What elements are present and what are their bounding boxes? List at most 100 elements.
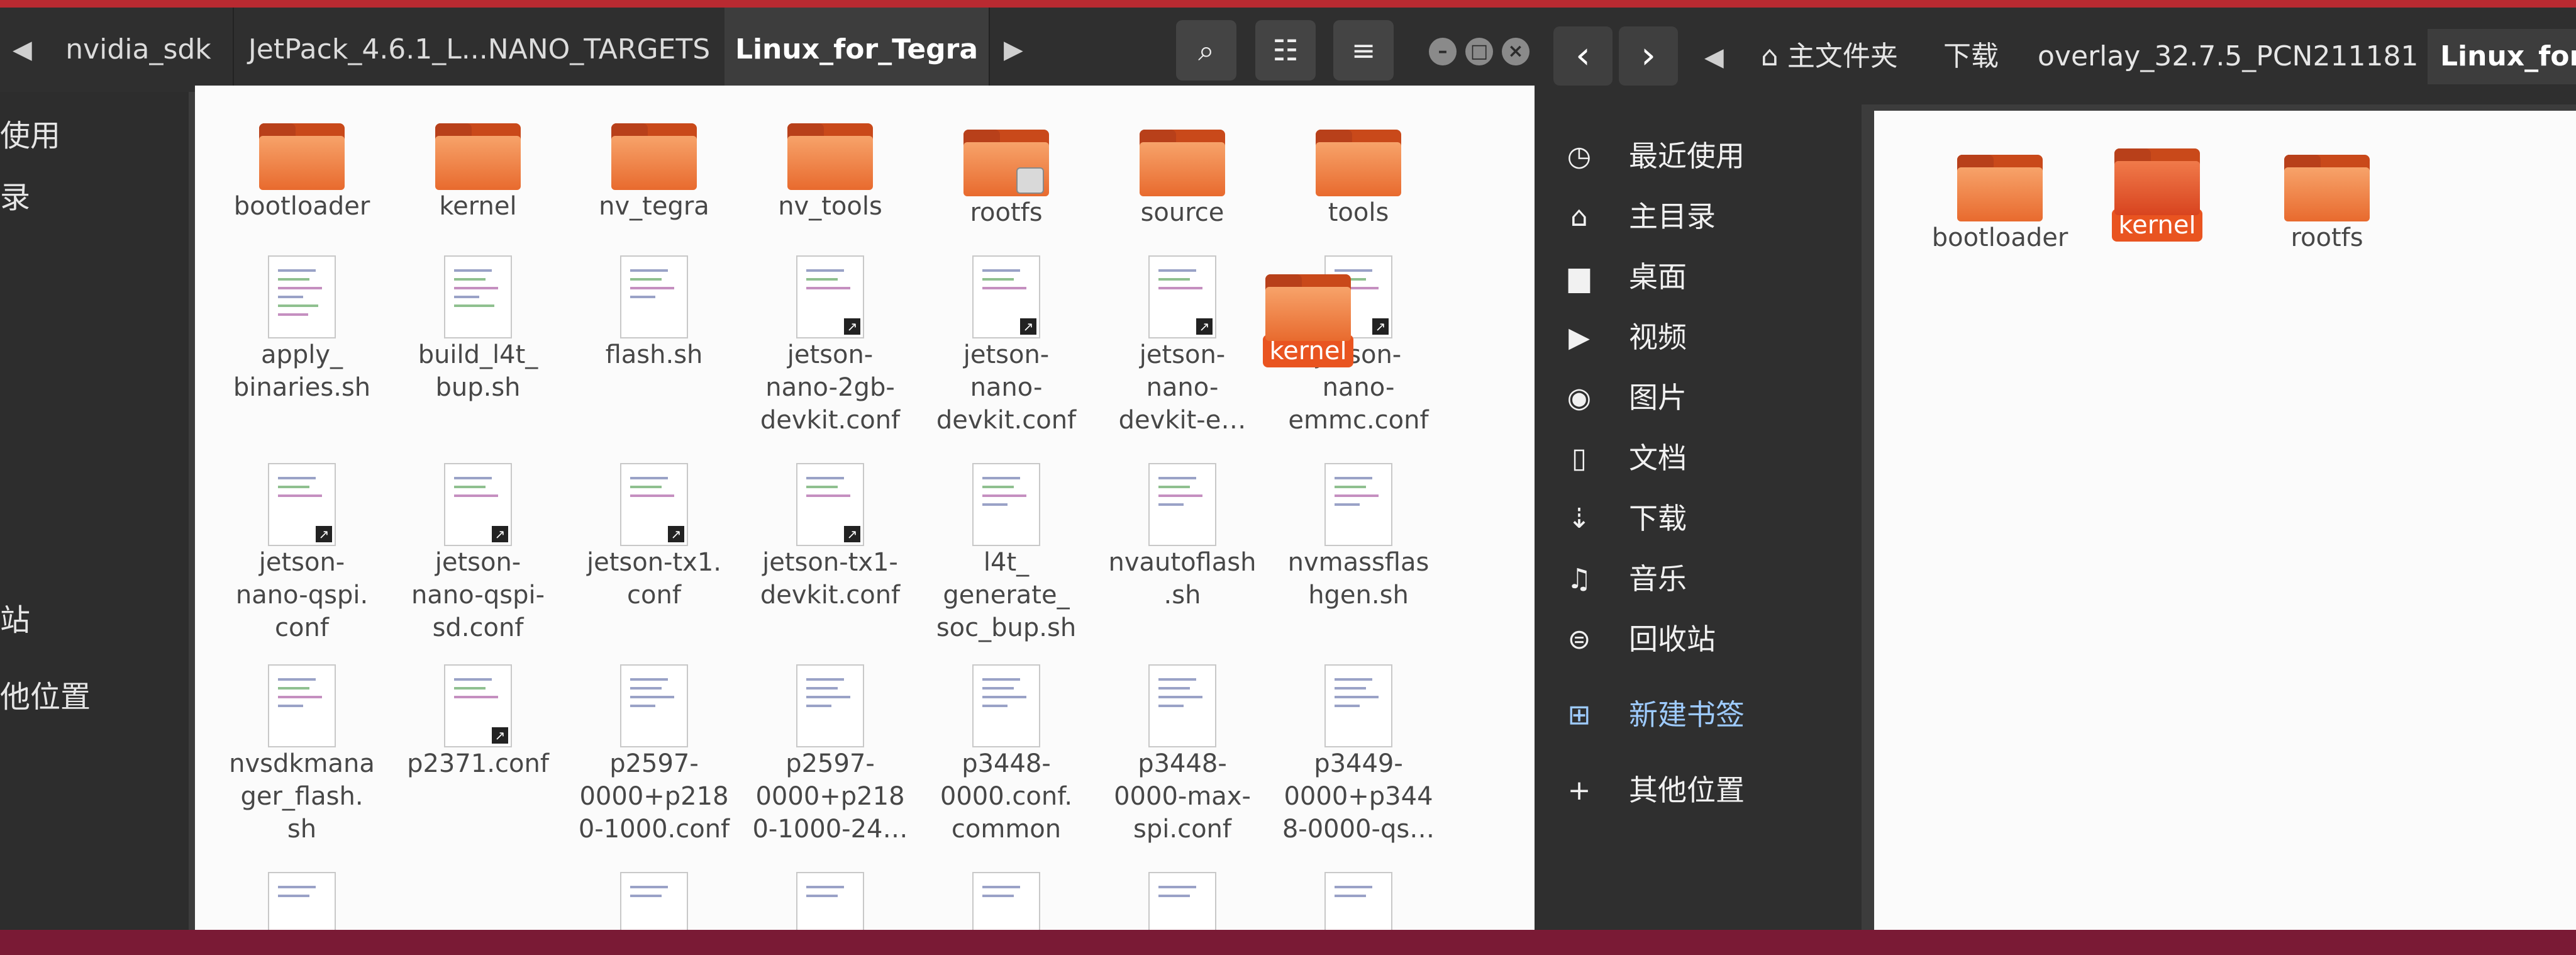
file-grid-right: bootloader kernel rootfs: [1874, 111, 2576, 930]
file-partial[interactable]: [918, 872, 1094, 930]
breadcrumb-downloads[interactable]: 下载: [1931, 29, 2038, 84]
minimize-icon[interactable]: –: [1429, 38, 1457, 65]
folder-rootfs[interactable]: rootfs: [918, 130, 1094, 229]
folder-tools[interactable]: tools: [1270, 130, 1446, 229]
link-file-icon: ↗: [1148, 255, 1216, 338]
file-p2597-1000-24[interactable]: p2597- 0000+p218 0-1000-24…: [742, 664, 918, 846]
breadcrumb-home[interactable]: ⌂ 主文件夹: [1748, 29, 1943, 84]
sidebar-item-music[interactable]: ♫ 音乐: [1535, 551, 1862, 608]
text-file-icon: [796, 664, 864, 747]
item-label: bootloader: [233, 192, 370, 221]
file-p2597-1000[interactable]: p2597- 0000+p218 0-1000.conf: [566, 664, 742, 846]
sidebar-item-fragment[interactable]: 录: [0, 172, 30, 216]
breadcrumb-overlay[interactable]: overlay_32.7.5_PCN211181: [2025, 29, 2440, 84]
file-p3449-p3448-qs[interactable]: p3449- 0000+p344 8-0000-qs…: [1270, 664, 1446, 846]
item-label: l4t_ generate_ soc_bup.sh: [936, 548, 1077, 642]
file-nvsdkmanager-flash[interactable]: nvsdkmana ger_flash. sh: [214, 664, 390, 846]
link-file-icon: ↗: [268, 463, 336, 546]
path-bar: ‹ › ◀ ⌂ 主文件夹 下载 overlay_32.7.5_PCN211181…: [1535, 8, 2576, 104]
file-flash-sh[interactable]: flash.sh: [566, 255, 742, 371]
maximize-icon[interactable]: □: [1465, 38, 1493, 65]
sidebar-item-other-locations[interactable]: + 其他位置: [1535, 762, 1862, 819]
file-p2371[interactable]: ↗ p2371.conf: [390, 664, 566, 780]
folder-nv-tools[interactable]: nv_tools: [742, 123, 918, 223]
folder-source[interactable]: source: [1094, 130, 1270, 229]
folder-bootloader[interactable]: bootloader: [1912, 155, 2088, 254]
item-label: nv_tools: [778, 192, 882, 221]
tab-scroll-right-icon[interactable]: ▶: [1004, 35, 1023, 64]
link-file-icon: ↗: [796, 463, 864, 546]
text-file-icon: [268, 872, 336, 930]
symlink-arrow-icon: ↗: [1020, 318, 1036, 335]
file-jetson-nano-qspi-sd[interactable]: ↗ jetson- nano-qspi- sd.conf: [390, 463, 566, 644]
path-scroll-left-icon[interactable]: ◀: [1704, 43, 1724, 72]
script-file-icon: [268, 255, 336, 338]
item-label: p3448- 0000.conf. common: [940, 749, 1073, 844]
sidebar-item-trash[interactable]: ⊜ 回收站: [1535, 612, 1862, 668]
file-jetson-nano-qspi[interactable]: ↗ jetson- nano-qspi. conf: [214, 463, 390, 644]
file-p3448-max-spi[interactable]: p3448- 0000-max- spi.conf: [1094, 664, 1270, 846]
file-partial[interactable]: [1270, 872, 1446, 930]
sidebar-item-downloads[interactable]: ⇣ 下载: [1535, 491, 1862, 547]
tab-linux-for-tegra[interactable]: Linux_for_Tegra: [724, 8, 990, 92]
file-jetson-tx1[interactable]: ↗ jetson-tx1. conf: [566, 463, 742, 612]
file-apply-binaries[interactable]: apply_ binaries.sh: [214, 255, 390, 404]
file-nvmassflashgen[interactable]: nvmassflas hgen.sh: [1270, 463, 1446, 612]
file-p3448-conf-common[interactable]: p3448- 0000.conf. common: [918, 664, 1094, 846]
header-bar: ◀ nvidia_sdk JetPack_4.6.1_L...NANO_TARG…: [0, 8, 1547, 92]
sidebar-item-pictures[interactable]: ◉ 图片: [1535, 370, 1862, 427]
file-build-l4t-bup[interactable]: build_l4t_ bup.sh: [390, 255, 566, 404]
file-jetson-nano-2gb-devkit[interactable]: ↗ jetson- nano-2gb- devkit.conf: [742, 255, 918, 437]
file-partial[interactable]: [214, 872, 390, 930]
menu-icon[interactable]: ≡: [1333, 20, 1394, 81]
file-jetson-tx1-devkit[interactable]: ↗ jetson-tx1- devkit.conf: [742, 463, 918, 612]
close-icon[interactable]: ×: [1502, 38, 1530, 65]
sidebar-item-documents[interactable]: ▯ 文档: [1535, 430, 1862, 487]
item-label: jetson- nano- devkit.conf: [936, 340, 1077, 435]
folder-icon: [1140, 130, 1225, 196]
forward-icon[interactable]: ›: [1619, 26, 1678, 86]
breadcrumb-linux-for[interactable]: Linux_for_: [2428, 29, 2576, 84]
file-partial[interactable]: [742, 872, 918, 930]
folder-kernel-selected[interactable]: kernel: [2069, 148, 2245, 242]
folder-icon: [2114, 148, 2200, 215]
desktop-bottom-strip: [0, 930, 2576, 955]
file-partial[interactable]: [1094, 872, 1270, 930]
sidebar-item-label: 新建书签: [1629, 698, 1745, 732]
symlink-arrow-icon: ↗: [844, 526, 860, 542]
file-nvautoflash[interactable]: nvautoflash .sh: [1094, 463, 1270, 612]
sidebar-item-home[interactable]: ⌂ 主目录: [1535, 189, 1862, 245]
symlink-arrow-icon: ↗: [316, 526, 332, 542]
folder-bootloader[interactable]: bootloader: [214, 123, 390, 223]
desktop-icon: ▆: [1568, 261, 1590, 293]
folder-icon: [611, 123, 697, 190]
sidebar-item-desktop[interactable]: ▆ 桌面: [1535, 249, 1862, 306]
sidebar-item-label: 文档: [1629, 441, 1687, 475]
video-icon: ▶: [1568, 321, 1590, 354]
sidebar-item-label: 视频: [1629, 320, 1687, 354]
sidebar-item-fragment[interactable]: 他位置: [0, 672, 91, 716]
folder-rootfs[interactable]: rootfs: [2239, 155, 2415, 254]
sidebar-left: 使用 录 站 他位置: [0, 92, 189, 930]
file-jetson-nano-devkit[interactable]: ↗ jetson- nano- devkit.conf: [918, 255, 1094, 437]
sidebar-item-recent[interactable]: ◷ 最近使用: [1535, 128, 1862, 185]
view-toggle-icon[interactable]: ☷: [1255, 20, 1316, 81]
file-l4t-generate-soc-bup[interactable]: l4t_ generate_ soc_bup.sh: [918, 463, 1094, 644]
script-file-icon: [444, 255, 512, 338]
tab-jetpack[interactable]: JetPack_4.6.1_L...NANO_TARGETS: [234, 8, 726, 92]
sidebar-item-fragment[interactable]: 站: [0, 595, 30, 639]
dragged-folder-kernel[interactable]: kernel: [1239, 274, 1377, 367]
search-icon[interactable]: ⌕: [1176, 20, 1236, 81]
back-icon[interactable]: ‹: [1553, 26, 1613, 86]
tab-scroll-left-icon[interactable]: ◀: [13, 35, 32, 64]
file-partial[interactable]: [566, 872, 742, 930]
sidebar-item-label: 下载: [1629, 501, 1687, 535]
sidebar-item-videos[interactable]: ▶ 视频: [1535, 310, 1862, 366]
item-label: apply_ binaries.sh: [233, 340, 371, 402]
sidebar-item-fragment[interactable]: 使用: [0, 111, 60, 155]
tab-nvidia-sdk[interactable]: nvidia_sdk: [44, 8, 234, 92]
folder-kernel[interactable]: kernel: [390, 123, 566, 223]
sidebar-item-new-bookmark[interactable]: ⊞ 新建书签: [1535, 687, 1862, 744]
folder-nv-tegra[interactable]: nv_tegra: [566, 123, 742, 223]
download-icon: ⇣: [1567, 503, 1591, 535]
